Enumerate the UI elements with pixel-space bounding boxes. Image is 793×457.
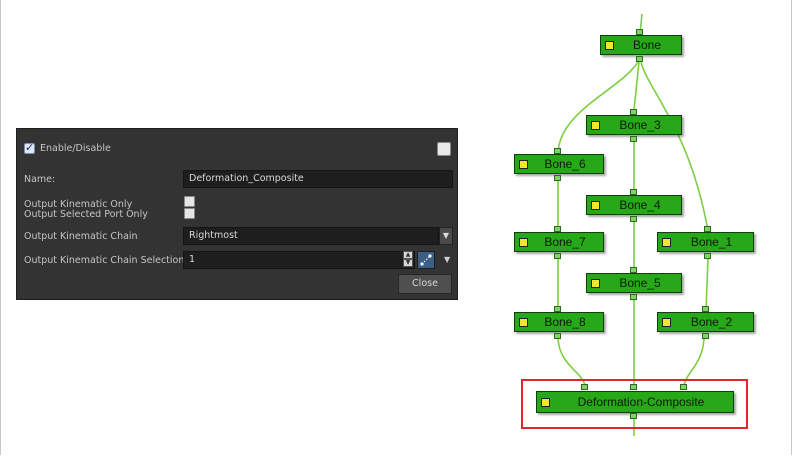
- bone8-output-port[interactable]: [554, 333, 561, 339]
- node-label: Bone_8: [544, 315, 586, 329]
- node-bone-3[interactable]: Bone_3: [586, 115, 682, 135]
- bone4-output-port[interactable]: [630, 216, 637, 222]
- node-bone-6[interactable]: Bone_6: [514, 154, 604, 174]
- node-bone-4[interactable]: Bone_4: [586, 195, 682, 215]
- bone3-output-port[interactable]: [630, 136, 637, 142]
- node-label: Bone_5: [619, 276, 661, 290]
- node-bone-7[interactable]: Bone_7: [514, 232, 604, 252]
- bone7-output-port[interactable]: [554, 253, 561, 259]
- node-graph: Bone Bone_3 Bone_6 Bone_4 Bone_7 Bone_1 …: [0, 0, 793, 457]
- node-bone-1[interactable]: Bone_1: [657, 232, 754, 252]
- node-bone-2[interactable]: Bone_2: [657, 312, 754, 332]
- cable-bone-bone6: [557, 61, 639, 154]
- node-label: Bone_7: [544, 235, 586, 249]
- highlight-box: [521, 379, 748, 429]
- cable-bone1-bone2: [705, 258, 709, 312]
- bone5-output-port[interactable]: [630, 294, 637, 300]
- bone6-output-port[interactable]: [554, 175, 561, 181]
- node-bone-8[interactable]: Bone_8: [514, 312, 604, 332]
- cable-bone-bone3: [633, 61, 640, 111]
- node-label: Bone_2: [690, 315, 733, 329]
- bone2-output-port[interactable]: [702, 333, 709, 339]
- bone1-output-port[interactable]: [704, 253, 711, 259]
- node-label: Bone_6: [544, 157, 586, 171]
- node-label: Bone: [632, 38, 662, 52]
- node-bone[interactable]: Bone: [600, 35, 682, 55]
- bone-output-port[interactable]: [636, 56, 643, 62]
- node-bone-5[interactable]: Bone_5: [586, 273, 682, 293]
- node-label: Bone_4: [619, 198, 661, 212]
- node-label: Bone_1: [690, 235, 733, 249]
- node-label: Bone_3: [619, 118, 661, 132]
